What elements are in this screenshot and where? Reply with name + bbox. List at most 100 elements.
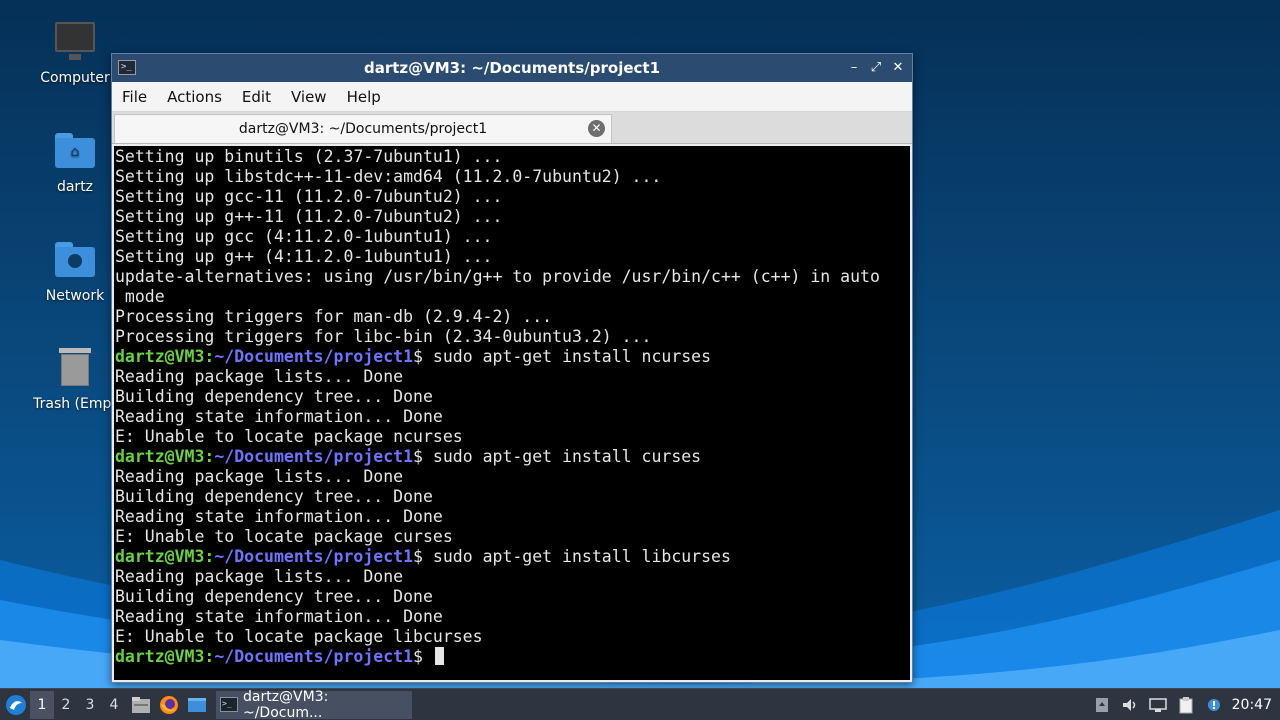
prompt-user: dartz@VM3: [115, 447, 205, 466]
desktop-icon-computer[interactable]: Computer: [30, 20, 120, 86]
terminal-icon: >_: [220, 697, 238, 712]
prompt-user: dartz@VM3: [115, 347, 205, 366]
prompt-dollar: $: [413, 447, 423, 466]
terminal-output-line: Reading package lists... Done: [115, 567, 404, 586]
prompt-separator: :: [204, 447, 215, 466]
desktop-launcher[interactable]: [184, 692, 210, 718]
start-menu-button[interactable]: [2, 691, 30, 719]
tray-updates-icon[interactable]: [1088, 697, 1116, 713]
network-folder-icon: [53, 238, 97, 282]
firefox-icon: [160, 695, 178, 714]
prompt-dollar: $: [413, 647, 423, 666]
prompt-path: ~/Documents/project1: [214, 347, 414, 366]
terminal-output-line: Building dependency tree... Done: [115, 487, 433, 506]
desktop-icon-home[interactable]: ⌂ dartz: [30, 129, 120, 195]
terminal-output-line: Setting up gcc (4:11.2.0-1ubuntu1) ...: [115, 227, 493, 246]
monitor-icon: [53, 20, 97, 64]
terminal-output-line: Reading state information... Done: [115, 507, 443, 526]
trash-icon: [53, 346, 97, 390]
prompt-path: ~/Documents/project1: [214, 647, 414, 666]
prompt-dollar: $: [413, 347, 423, 366]
task-label: dartz@VM3: ~/Docum...: [242, 688, 329, 720]
terminal-window: >_ dartz@VM3: ~/Documents/project1 – ⤢ ✕…: [111, 53, 913, 683]
terminal-output-line: Building dependency tree... Done: [115, 387, 433, 406]
menu-actions[interactable]: Actions: [167, 88, 222, 106]
terminal-prompt-line: dartz@VM3:~/Documents/project1$ sudo apt…: [115, 347, 910, 367]
menu-file[interactable]: File: [122, 88, 147, 106]
command-text: sudo apt-get install curses: [422, 447, 702, 466]
terminal-output-line: E: Unable to locate package curses: [115, 527, 453, 546]
prompt-separator: :: [204, 647, 215, 666]
terminal-output-line: mode: [115, 287, 165, 306]
maximize-button[interactable]: ⤢: [868, 58, 884, 76]
terminal-output-line: Processing triggers for libc-bin (2.34-0…: [115, 327, 652, 346]
terminal-output-line: Reading state information... Done: [115, 407, 443, 426]
minimize-button[interactable]: –: [846, 58, 862, 76]
prompt-user: dartz@VM3: [115, 647, 205, 666]
terminal-output[interactable]: Setting up binutils (2.37-7ubuntu1) ... S…: [114, 146, 910, 680]
terminal-output-line: E: Unable to locate package ncurses: [115, 427, 463, 446]
lubuntu-logo-icon: [6, 694, 26, 715]
desktop-icon-label: Computer: [40, 70, 110, 86]
prompt-user: dartz@VM3: [115, 547, 205, 566]
terminal-output-line: Setting up g++ (4:11.2.0-1ubuntu1) ...: [115, 247, 493, 266]
tab-bar: dartz@VM3: ~/Documents/project1 ✕: [112, 112, 912, 144]
terminal-output-line: Reading state information... Done: [115, 607, 443, 626]
terminal-output-line: Reading package lists... Done: [115, 367, 404, 386]
tab-close-icon[interactable]: ✕: [588, 120, 605, 137]
menu-view[interactable]: View: [291, 88, 327, 106]
menu-bar: File Actions Edit View Help: [112, 82, 912, 112]
menu-edit[interactable]: Edit: [242, 88, 271, 106]
command-text: [423, 647, 433, 666]
taskbar: 1 2 3 4 >_ dartz@VM3: ~/Docum... 20:47: [0, 688, 1280, 720]
desktop-icon-trash[interactable]: Trash (Empt: [30, 346, 120, 412]
terminal-output-line: Reading package lists... Done: [115, 467, 404, 486]
firefox-launcher[interactable]: [156, 692, 182, 718]
terminal-cursor: [434, 647, 444, 665]
prompt-separator: :: [204, 347, 215, 366]
prompt-dollar: $: [413, 547, 423, 566]
clipboard-icon[interactable]: [1172, 696, 1200, 714]
close-button[interactable]: ✕: [890, 58, 906, 76]
file-manager-launcher[interactable]: [128, 692, 154, 718]
window-controls: – ⤢ ✕: [846, 58, 906, 76]
desktop-icon-label: dartz: [56, 179, 94, 195]
terminal-output-line: update-alternatives: using /usr/bin/g++ …: [115, 267, 880, 286]
terminal-output-line: Setting up g++-11 (11.2.0-7ubuntu2) ...: [115, 207, 503, 226]
workspace-4[interactable]: 4: [102, 691, 126, 719]
terminal-prompt-line: dartz@VM3:~/Documents/project1$: [115, 647, 910, 667]
workspace-3[interactable]: 3: [78, 691, 102, 719]
workspace-2[interactable]: 2: [54, 691, 78, 719]
workspace-1[interactable]: 1: [30, 690, 54, 719]
tab-label: dartz@VM3: ~/Documents/project1: [238, 121, 488, 137]
show-desktop-icon: [188, 697, 206, 712]
terminal-output-line: E: Unable to locate package libcurses: [115, 627, 483, 646]
desktop-icon-network[interactable]: Network: [30, 238, 120, 304]
desktop-icon-label: Network: [45, 288, 105, 304]
clock[interactable]: 20:47: [1232, 697, 1272, 713]
terminal-lines: Setting up binutils (2.37-7ubuntu1) ... S…: [115, 146, 910, 667]
command-text: sudo apt-get install libcurses: [422, 547, 731, 566]
tab-terminal[interactable]: dartz@VM3: ~/Documents/project1 ✕: [114, 114, 612, 143]
terminal-icon: >_: [118, 60, 136, 75]
terminal-output-line: Setting up gcc-11 (11.2.0-7ubuntu2) ...: [115, 187, 503, 206]
terminal-output-line: Building dependency tree... Done: [115, 587, 433, 606]
terminal-prompt-line: dartz@VM3:~/Documents/project1$ sudo apt…: [115, 447, 910, 467]
prompt-path: ~/Documents/project1: [214, 547, 414, 566]
file-manager-icon: [132, 696, 150, 713]
window-title: dartz@VM3: ~/Documents/project1: [363, 59, 661, 77]
desktop-icon-label: Trash (Empt: [33, 396, 117, 412]
window-titlebar[interactable]: >_ dartz@VM3: ~/Documents/project1 – ⤢ ✕: [112, 54, 912, 82]
menu-help[interactable]: Help: [347, 88, 381, 106]
home-folder-icon: ⌂: [53, 129, 97, 173]
prompt-path: ~/Documents/project1: [214, 447, 414, 466]
system-tray: 20:47: [1088, 689, 1280, 720]
terminal-output-line: Processing triggers for man-db (2.9.4-2)…: [115, 307, 553, 326]
command-text: sudo apt-get install ncurses: [422, 347, 712, 366]
prompt-separator: :: [204, 547, 215, 566]
notification-icon[interactable]: [1200, 697, 1228, 713]
network-icon[interactable]: [1144, 697, 1172, 713]
volume-icon[interactable]: [1116, 697, 1144, 713]
terminal-output-line: Setting up binutils (2.37-7ubuntu1) ...: [115, 147, 503, 166]
taskbar-task-terminal[interactable]: >_ dartz@VM3: ~/Docum...: [216, 688, 412, 720]
